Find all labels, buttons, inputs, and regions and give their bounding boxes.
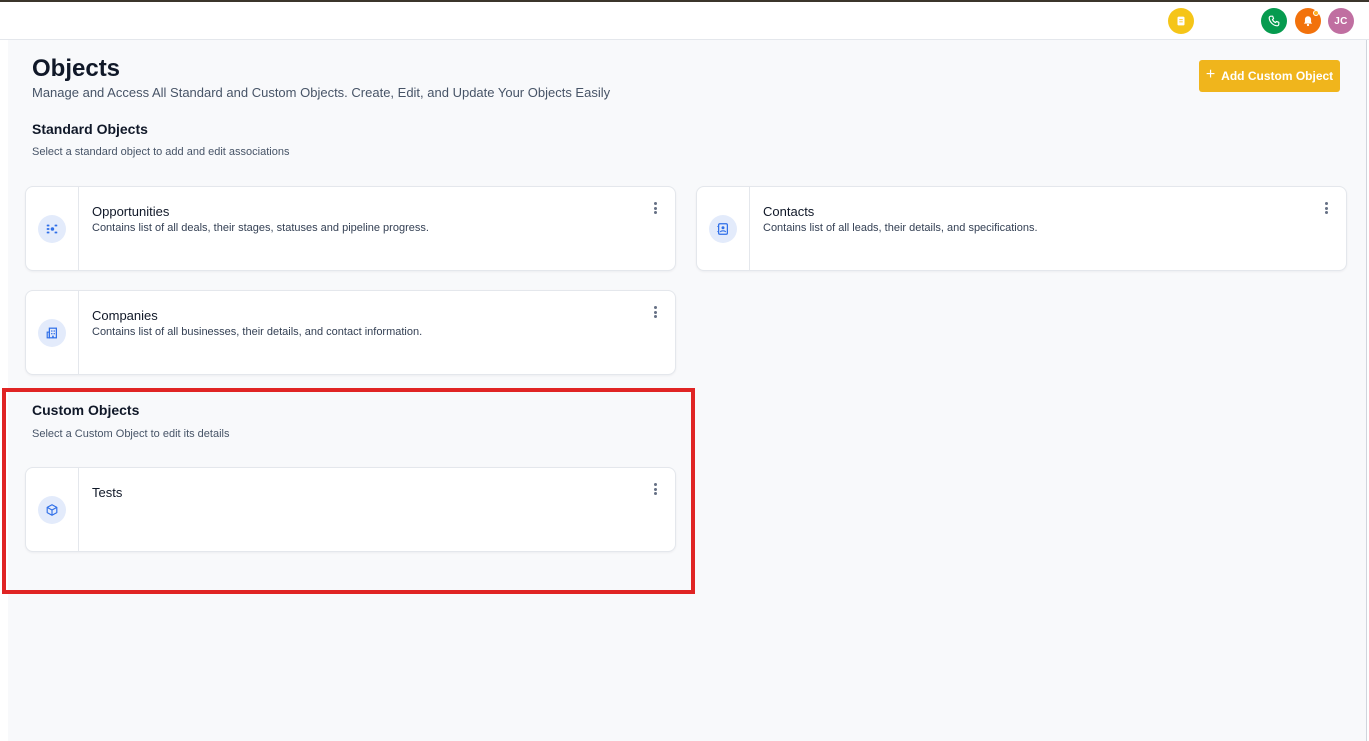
standard-objects-title: Standard Objects (32, 121, 148, 137)
page-title: Objects (32, 55, 121, 82)
object-card-companies[interactable]: Companies Contains list of all businesse… (25, 290, 676, 375)
card-description: Contains list of all deals, their stages… (92, 222, 429, 234)
page-subtitle: Manage and Access All Standard and Custo… (32, 85, 611, 100)
card-description: Contains list of all businesses, their d… (92, 326, 423, 338)
phone-button[interactable] (1261, 8, 1287, 34)
pipeline-icon (46, 224, 58, 233)
main-content: Objects Manage and Access All Standard a… (8, 40, 1366, 741)
more-options-icon[interactable] (1320, 200, 1332, 216)
icon-badge (38, 495, 66, 524)
object-card-opportunities[interactable]: Opportunities Contains list of all deals… (25, 186, 676, 271)
card-title: Tests (92, 485, 123, 500)
card-title: Opportunities (92, 204, 170, 219)
phone-icon (1268, 15, 1280, 27)
bell-icon (1303, 16, 1313, 27)
avatar-initials: JC (1334, 15, 1348, 27)
more-options-icon[interactable] (649, 304, 661, 320)
notification-dot (1313, 10, 1319, 16)
contact-book-icon (717, 222, 728, 235)
standard-objects-subtitle: Select a standard object to add and edit… (32, 146, 290, 158)
object-card-contacts[interactable]: Contacts Contains list of all leads, the… (696, 186, 1347, 271)
card-title: Contacts (763, 204, 815, 219)
card-icon-column (26, 187, 79, 270)
more-options-icon[interactable] (649, 200, 661, 216)
top-bar: JC (0, 2, 1369, 40)
card-title: Companies (92, 308, 158, 323)
card-icon-column (26, 468, 79, 551)
card-icon-column (697, 187, 750, 270)
object-card-tests[interactable]: Tests (25, 467, 676, 552)
cube-icon (46, 503, 58, 516)
card-description: Contains list of all leads, their detail… (763, 222, 1038, 234)
more-options-icon[interactable] (649, 481, 661, 497)
icon-badge (709, 214, 737, 243)
notes-icon (1177, 16, 1185, 26)
left-edge (0, 40, 8, 741)
notifications-button[interactable] (1295, 8, 1321, 34)
icon-badge (38, 214, 66, 243)
user-avatar[interactable]: JC (1328, 8, 1354, 34)
card-icon-column (26, 291, 79, 374)
building-icon (46, 327, 57, 338)
custom-objects-subtitle: Select a Custom Object to edit its detai… (32, 428, 230, 440)
add-custom-object-button[interactable]: + Add Custom Object (1199, 60, 1340, 92)
icon-badge (38, 318, 66, 347)
add-custom-object-label: Add Custom Object (1221, 69, 1334, 83)
plus-icon: + (1205, 66, 1216, 83)
custom-objects-title: Custom Objects (32, 402, 140, 418)
quick-notes-button[interactable] (1168, 8, 1194, 34)
